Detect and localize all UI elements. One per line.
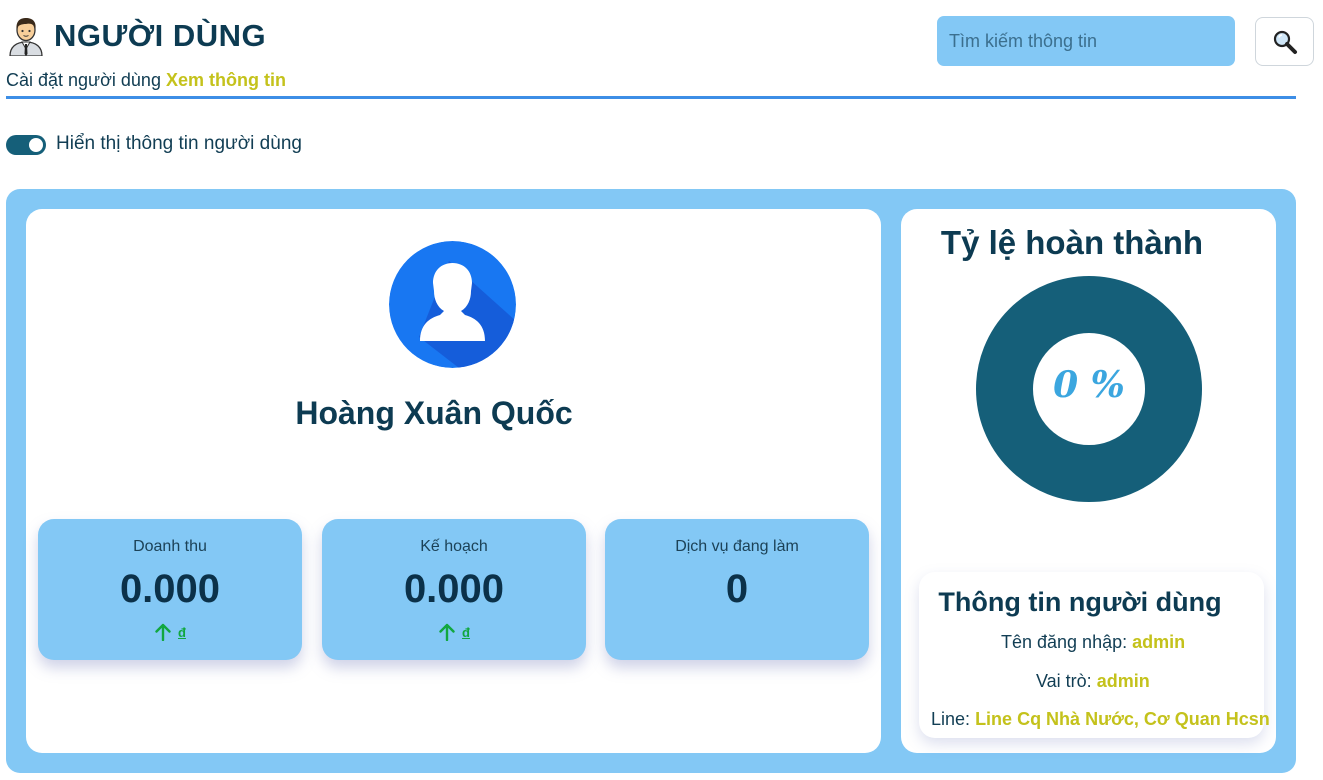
breadcrumb-current: Xem thông tin bbox=[165, 70, 286, 90]
completion-percent: 0 % bbox=[1053, 364, 1125, 406]
stat-value: 0.000 bbox=[119, 567, 221, 611]
line-label: Line: bbox=[931, 709, 971, 729]
stat-trend: đ bbox=[38, 623, 302, 641]
breadcrumb-parent[interactable]: Cài đặt người dùng bbox=[6, 70, 161, 90]
stat-trend: đ bbox=[322, 623, 586, 641]
line-row: Line: Line Cq Nhà Nước, Cơ Quan Hcsn bbox=[931, 709, 1270, 730]
stat-value: 0.000 bbox=[403, 567, 505, 611]
stat-label: Doanh thu bbox=[133, 538, 207, 555]
arrow-up-icon bbox=[439, 623, 455, 641]
stat-label: Kế hoạch bbox=[420, 538, 488, 555]
search-input[interactable] bbox=[937, 16, 1235, 66]
user-avatar-icon bbox=[389, 241, 516, 368]
stat-card-plan: Kế hoạch 0.000 đ bbox=[322, 519, 586, 660]
person-icon bbox=[9, 18, 43, 56]
header-divider bbox=[6, 96, 1296, 99]
completion-title: Tỷ lệ hoàn thành bbox=[940, 224, 1204, 261]
role-value: admin bbox=[1096, 671, 1150, 691]
stat-card-revenue: Doanh thu 0.000 đ bbox=[38, 519, 302, 660]
username-label: Tên đăng nhập: bbox=[1001, 632, 1128, 652]
show-user-info-toggle[interactable] bbox=[6, 135, 46, 155]
role-row: Vai trò: admin bbox=[1036, 671, 1150, 692]
breadcrumb: Cài đặt người dùng Xem thông tin bbox=[6, 70, 286, 91]
currency-symbol: đ bbox=[462, 624, 470, 640]
currency-symbol: đ bbox=[178, 624, 186, 640]
toggle-label: Hiển thị thông tin người dùng bbox=[56, 133, 302, 154]
user-full-name: Hoàng Xuân Quốc bbox=[295, 395, 573, 431]
stat-value: 0 bbox=[725, 567, 749, 611]
search-button[interactable] bbox=[1255, 17, 1314, 66]
search-icon bbox=[1273, 30, 1297, 54]
page-title: NGƯỜI DÙNG bbox=[54, 18, 267, 53]
stat-label: Dịch vụ đang làm bbox=[675, 538, 799, 555]
line-value: Line Cq Nhà Nước, Cơ Quan Hcsn bbox=[975, 709, 1270, 729]
arrow-up-icon bbox=[155, 623, 171, 641]
toggle-knob bbox=[29, 138, 43, 152]
stat-card-active-services: Dịch vụ đang làm 0 bbox=[605, 519, 869, 660]
username-row: Tên đăng nhập: admin bbox=[1001, 632, 1185, 653]
user-info-title: Thông tin người dùng bbox=[938, 587, 1222, 617]
role-label: Vai trò: bbox=[1036, 671, 1092, 691]
username-value: admin bbox=[1132, 632, 1186, 652]
